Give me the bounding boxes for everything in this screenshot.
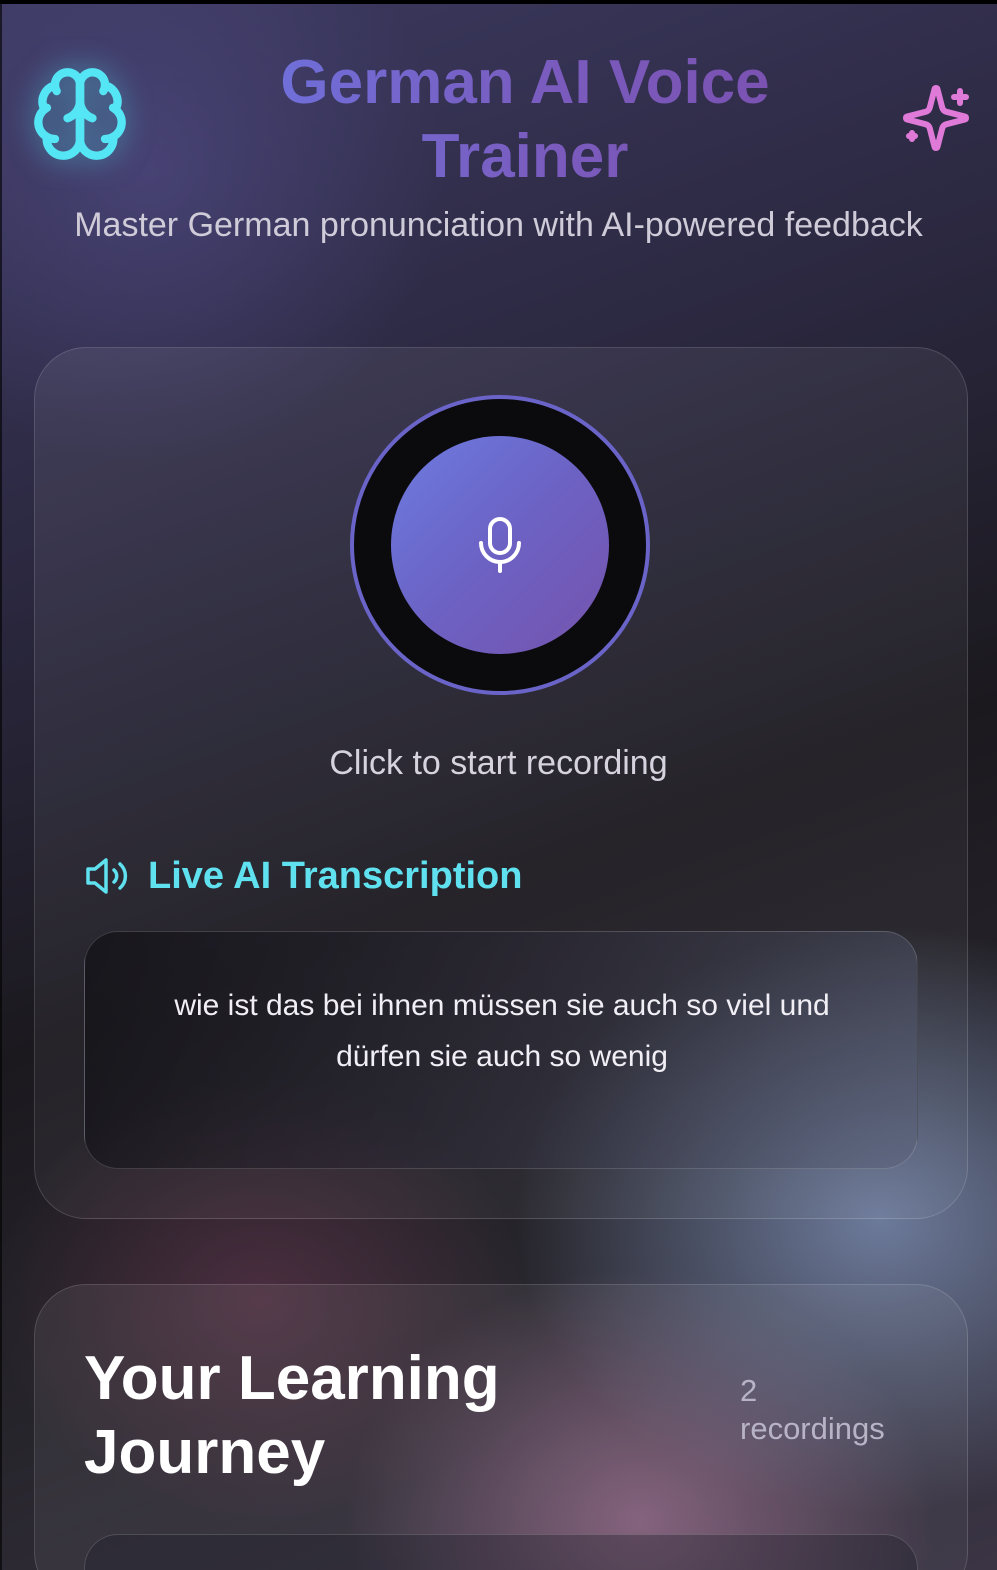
recordings-count-number: 2 <box>740 1373 758 1408</box>
learning-journey-title: Your Learning Journey <box>84 1344 500 1487</box>
transcription-heading: Live AI Transcription <box>84 852 522 900</box>
record-button-core[interactable] <box>391 436 609 654</box>
sparkles-icon <box>900 82 972 154</box>
speaker-icon <box>84 854 132 898</box>
recordings-count-label: recordings <box>740 1411 885 1446</box>
journey-entry[interactable] <box>84 1534 918 1570</box>
recordings-count: 2 recordings <box>740 1372 940 1448</box>
app-title: German AI Voice Trainer <box>200 46 850 194</box>
window-top-edge <box>0 0 997 4</box>
brain-icon <box>30 64 130 164</box>
microphone-icon <box>476 516 524 574</box>
app-subtitle: Master German pronunciation with AI-powe… <box>74 206 923 244</box>
transcription-text: wie ist das bei ihnen müssen sie auch so… <box>174 989 830 1073</box>
record-button[interactable] <box>350 395 650 695</box>
transcription-box: wie ist das bei ihnen müssen sie auch so… <box>84 931 918 1169</box>
transcription-heading-label: Live AI Transcription <box>148 854 523 897</box>
record-hint: Click to start recording <box>329 744 668 782</box>
